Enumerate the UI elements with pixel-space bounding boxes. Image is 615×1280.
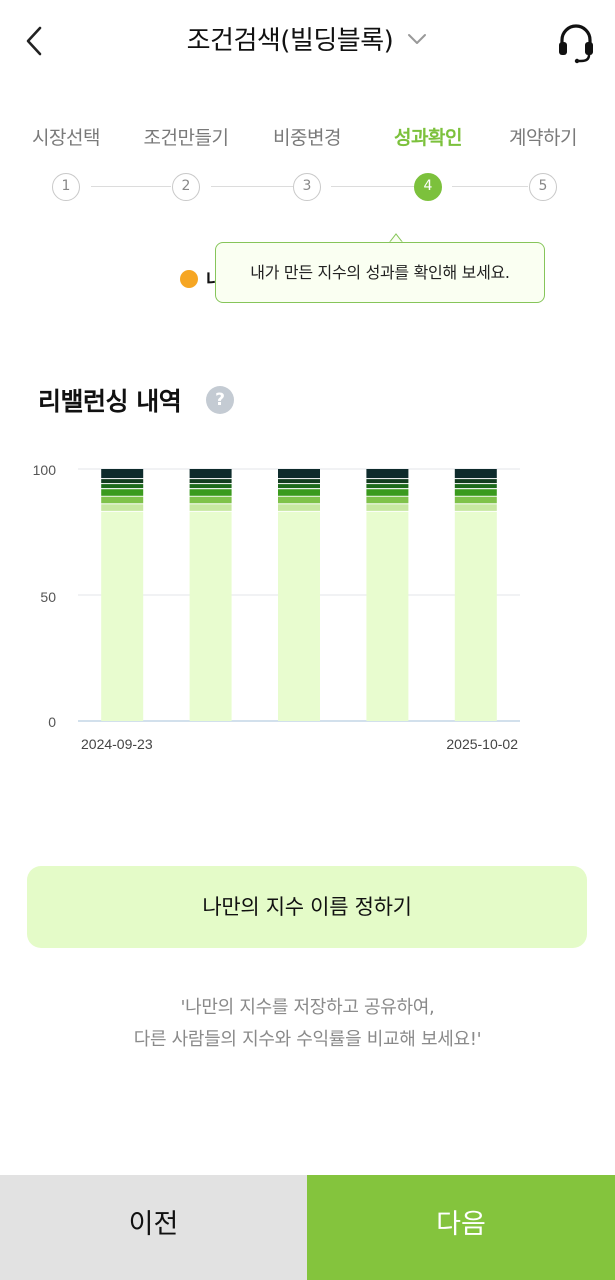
- bar-segment: [101, 484, 144, 489]
- bar-segment: [278, 504, 320, 511]
- share-note-line: 다른 사람들의 지수와 수익률을 비교해 보세요!': [133, 1029, 482, 1050]
- bar-segment: [454, 504, 497, 511]
- help-icon[interactable]: ?: [206, 386, 234, 414]
- step-change-weights[interactable]: 비중변경 3: [247, 118, 367, 201]
- bottom-action-bar: 이전 다음: [0, 1175, 615, 1280]
- step-number: 2: [172, 173, 200, 201]
- bar-segment: [278, 484, 320, 489]
- step-connector: [452, 186, 528, 187]
- bar-segment: [189, 479, 232, 484]
- bar-segment: [454, 479, 497, 484]
- bar-segment: [366, 484, 409, 489]
- prev-button[interactable]: 이전: [0, 1175, 307, 1280]
- step-label: 계약하기: [509, 127, 577, 149]
- bar-segment: [278, 469, 320, 479]
- step-number: 5: [529, 173, 557, 201]
- headset-icon[interactable]: [556, 20, 596, 64]
- y-tick-label: 100: [33, 462, 57, 478]
- page-title: 조건검색(빌딩블록): [186, 26, 394, 56]
- bar-segment: [366, 489, 409, 496]
- bar-segment: [454, 469, 497, 479]
- app-header: 조건검색(빌딩블록): [0, 0, 615, 82]
- step-connector: [331, 186, 414, 187]
- title-dropdown[interactable]: 조건검색(빌딩블록): [0, 20, 615, 57]
- step-number: 1: [52, 173, 80, 201]
- bar-segment: [366, 469, 409, 479]
- share-note: '나만의 지수를 저장하고 공유하여, 다른 사람들의 지수와 수익률을 비교해…: [0, 992, 615, 1056]
- bar-segment: [101, 489, 144, 496]
- bar-segment: [278, 496, 320, 504]
- bar-segment: [366, 496, 409, 504]
- bar-segment: [278, 511, 320, 721]
- bar-segment: [189, 484, 232, 489]
- next-button[interactable]: 다음: [307, 1175, 615, 1280]
- y-tick-label: 50: [40, 589, 56, 605]
- step-contract[interactable]: 계약하기 5: [483, 118, 603, 201]
- chevron-down-icon: [408, 33, 427, 44]
- step-check-performance[interactable]: 성과확인 4: [368, 118, 488, 201]
- step-label: 비중변경: [273, 127, 341, 149]
- bar-segment: [101, 511, 144, 721]
- progress-stepper: 시장선택 1 조건만들기 2 비중변경 3 성과확인 4 계약하기 5: [0, 118, 615, 208]
- rebalancing-chart: 100 50 0 2024-09-23 2025-10-02: [33, 462, 520, 752]
- bar-segment: [366, 479, 409, 484]
- bar-segment: [101, 479, 144, 484]
- bar-segment: [278, 479, 320, 484]
- bar-segment: [189, 504, 232, 511]
- bar-segment: [366, 511, 409, 721]
- bar-segment: [454, 496, 497, 504]
- name-index-button[interactable]: 나만의 지수 이름 정하기: [27, 866, 587, 948]
- x-tick-label: 2024-09-23: [81, 736, 153, 752]
- step-label: 조건만들기: [143, 127, 229, 149]
- bar-segment: [278, 489, 320, 496]
- legend-marker: [180, 270, 198, 288]
- bar-segment: [101, 469, 144, 479]
- step-label: 성과확인: [394, 127, 462, 149]
- bar-segment: [366, 504, 409, 511]
- step-connector: [91, 186, 171, 187]
- bar-segment: [189, 511, 232, 721]
- step-label: 시장선택: [32, 127, 100, 149]
- bar-segment: [454, 511, 497, 721]
- bar-segment: [454, 489, 497, 496]
- share-note-line: '나만의 지수를 저장하고 공유하여,: [180, 997, 435, 1018]
- bar-segment: [101, 496, 144, 504]
- bar-segment: [101, 504, 144, 511]
- x-tick-label: 2025-10-02: [446, 736, 518, 752]
- bar-segment: [189, 496, 232, 504]
- tooltip-bubble: 내가 만든 지수의 성과를 확인해 보세요.: [215, 242, 545, 303]
- section-title: 리밸런싱 내역: [38, 387, 182, 416]
- y-tick-label: 0: [48, 714, 56, 730]
- step-connector: [211, 186, 293, 187]
- step-number: 4: [414, 173, 442, 201]
- step-number: 3: [293, 173, 321, 201]
- step-market-select[interactable]: 시장선택 1: [6, 118, 126, 201]
- bar-segment: [189, 469, 232, 479]
- step-build-conditions[interactable]: 조건만들기 2: [126, 118, 246, 201]
- bar-segment: [454, 484, 497, 489]
- bar-segment: [189, 489, 232, 496]
